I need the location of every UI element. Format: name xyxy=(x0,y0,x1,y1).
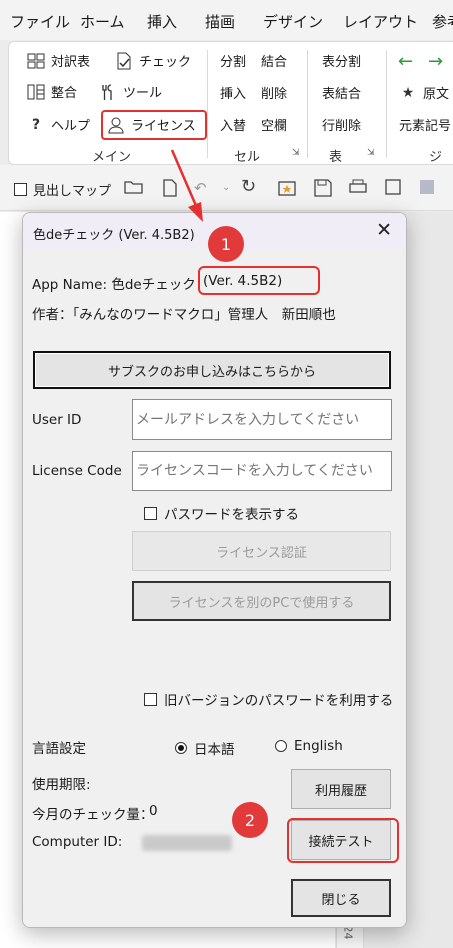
annotation-badge-1: 1 xyxy=(208,226,244,262)
annotation-badge-2: 2 xyxy=(232,802,268,838)
annotation-arrow xyxy=(170,149,203,222)
